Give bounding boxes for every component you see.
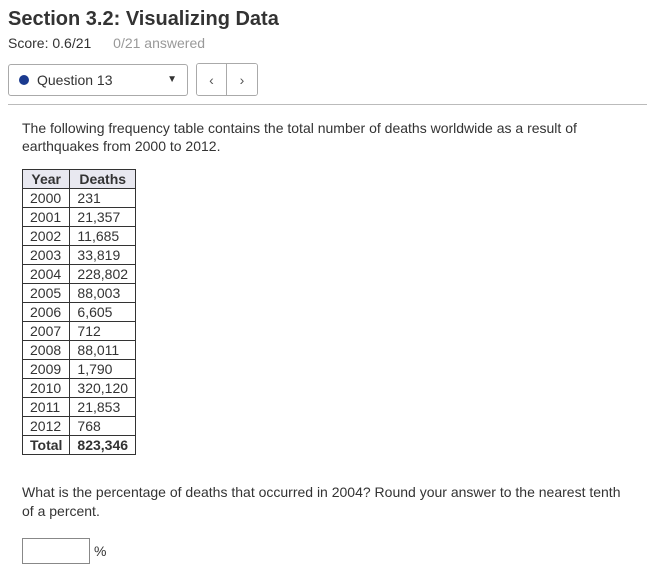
cell-deaths: 88,003 (70, 284, 136, 303)
table-row: 20066,605 (23, 303, 136, 322)
question-intro: The following frequency table contains t… (22, 119, 633, 155)
cell-year: 2009 (23, 360, 70, 379)
chevron-left-icon: ‹ (209, 72, 214, 88)
status-dot-icon (19, 75, 29, 85)
cell-year: 2002 (23, 227, 70, 246)
cell-total-label: Total (23, 436, 70, 455)
next-question-button[interactable]: › (227, 64, 257, 95)
score-row: Score: 0.6/21 0/21 answered (8, 35, 647, 51)
table-row: 2000231 (23, 189, 136, 208)
score-label: Score: 0.6/21 (8, 35, 91, 51)
cell-year: 2012 (23, 417, 70, 436)
cell-year: 2007 (23, 322, 70, 341)
page-title: Section 3.2: Visualizing Data (8, 8, 647, 31)
table-row: 2007712 (23, 322, 136, 341)
answer-input[interactable] (22, 538, 90, 564)
cell-year: 2010 (23, 379, 70, 398)
cell-deaths: 231 (70, 189, 136, 208)
cell-year: 2001 (23, 208, 70, 227)
prev-question-button[interactable]: ‹ (197, 64, 227, 95)
cell-year: 2006 (23, 303, 70, 322)
question-select-label: Question 13 (37, 72, 113, 88)
cell-year: 2011 (23, 398, 70, 417)
question-select[interactable]: Question 13 ▼ (8, 64, 188, 96)
table-row: 200888,011 (23, 341, 136, 360)
cell-deaths: 11,685 (70, 227, 136, 246)
cell-year: 2004 (23, 265, 70, 284)
table-row: 2012768 (23, 417, 136, 436)
nav-button-group: ‹ › (196, 63, 258, 96)
cell-deaths: 21,853 (70, 398, 136, 417)
cell-year: 2000 (23, 189, 70, 208)
table-row: 20091,790 (23, 360, 136, 379)
caret-down-icon: ▼ (167, 74, 177, 85)
cell-total-value: 823,346 (70, 436, 136, 455)
cell-deaths: 320,120 (70, 379, 136, 398)
table-row: 2004228,802 (23, 265, 136, 284)
cell-year: 2003 (23, 246, 70, 265)
cell-deaths: 6,605 (70, 303, 136, 322)
answer-unit: % (94, 543, 106, 559)
table-row: 200211,685 (23, 227, 136, 246)
question-content: The following frequency table contains t… (8, 119, 647, 564)
chevron-right-icon: › (240, 72, 245, 88)
table-row: 200588,003 (23, 284, 136, 303)
cell-deaths: 1,790 (70, 360, 136, 379)
col-header-deaths: Deaths (70, 170, 136, 189)
table-row: 200333,819 (23, 246, 136, 265)
cell-deaths: 712 (70, 322, 136, 341)
cell-deaths: 88,011 (70, 341, 136, 360)
col-header-year: Year (23, 170, 70, 189)
frequency-table: Year Deaths 2000231200121,357200211,6852… (22, 169, 136, 455)
cell-year: 2008 (23, 341, 70, 360)
divider (8, 104, 647, 105)
question-nav: Question 13 ▼ ‹ › (8, 63, 647, 96)
cell-deaths: 228,802 (70, 265, 136, 284)
cell-deaths: 768 (70, 417, 136, 436)
answered-label: 0/21 answered (113, 35, 205, 51)
cell-deaths: 21,357 (70, 208, 136, 227)
table-row: 2010320,120 (23, 379, 136, 398)
table-row: 201121,853 (23, 398, 136, 417)
cell-deaths: 33,819 (70, 246, 136, 265)
cell-year: 2005 (23, 284, 70, 303)
table-total-row: Total823,346 (23, 436, 136, 455)
answer-row: % (22, 538, 633, 564)
table-row: 200121,357 (23, 208, 136, 227)
question-prompt: What is the percentage of deaths that oc… (22, 483, 633, 519)
